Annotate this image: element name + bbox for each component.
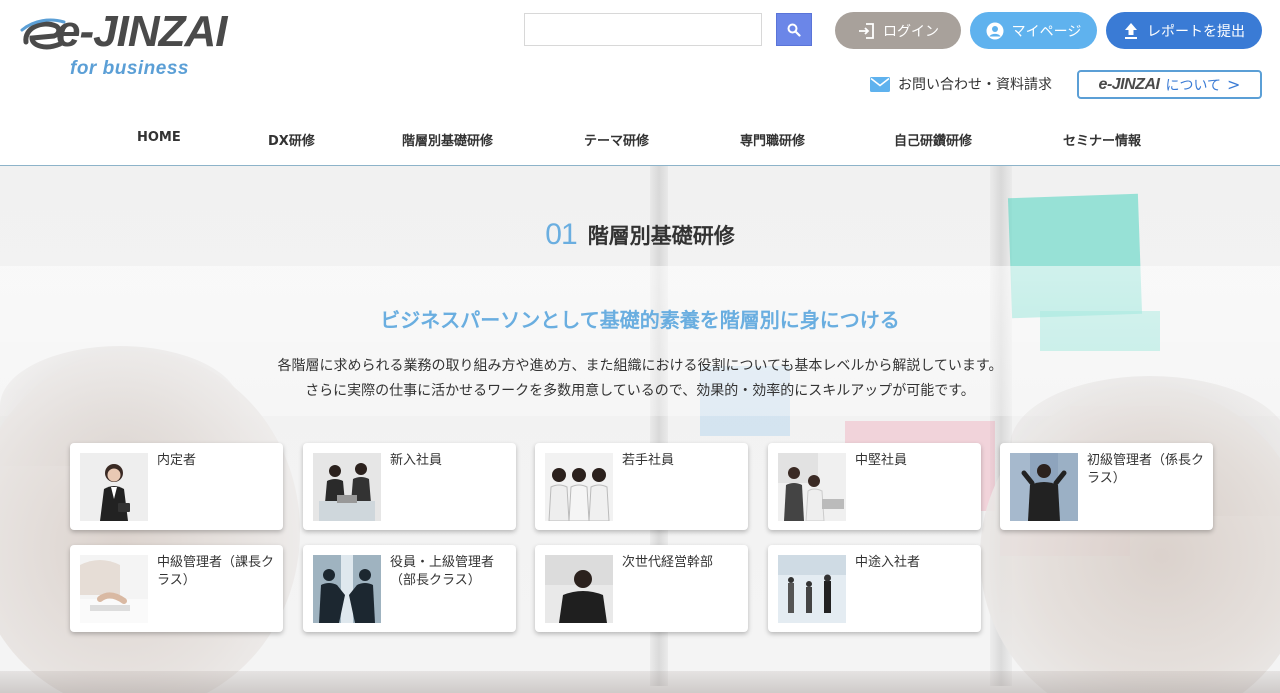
course-card-mid-level-employee[interactable]: 中堅社員 bbox=[768, 443, 981, 530]
nav-item-specialist-training[interactable]: 専門職研修 bbox=[740, 130, 805, 149]
person-photo-icon bbox=[1010, 453, 1078, 521]
course-thumbnail bbox=[778, 453, 846, 521]
section-lead: ビジネスパーソンとして基礎的素養を階層別に身につける bbox=[380, 308, 900, 332]
search-button[interactable] bbox=[776, 13, 812, 46]
course-card-label: 役員・上級管理者（部長クラス） bbox=[390, 555, 495, 588]
login-icon bbox=[859, 22, 874, 39]
nav-item-seminar[interactable]: セミナー情報 bbox=[1063, 130, 1141, 149]
upload-icon bbox=[1125, 22, 1137, 39]
contact-link[interactable]: お問い合わせ・資料請求 bbox=[870, 74, 1052, 94]
course-thumbnail bbox=[545, 555, 613, 623]
nav-item-self-training[interactable]: 自己研鑽研修 bbox=[894, 130, 972, 149]
course-card-middle-manager[interactable]: 中級管理者（課長クラス） bbox=[70, 545, 283, 632]
course-card-label: 若手社員 bbox=[622, 453, 675, 468]
chevron-right-icon: > bbox=[1227, 75, 1241, 94]
people-photo-icon bbox=[313, 453, 381, 521]
people-photo-icon bbox=[778, 555, 846, 623]
course-thumbnail bbox=[1010, 453, 1078, 521]
people-photo-icon bbox=[545, 453, 613, 521]
course-card-label: 初級管理者（係長クラス） bbox=[1087, 453, 1205, 486]
logo-tagline: for business bbox=[70, 58, 189, 79]
nav-item-home[interactable]: HOME bbox=[137, 130, 181, 145]
person-photo-icon bbox=[545, 555, 613, 623]
course-thumbnail bbox=[80, 555, 148, 623]
nav-item-level-training[interactable]: 階層別基礎研修 bbox=[402, 130, 493, 149]
course-thumbnail bbox=[313, 453, 381, 521]
description-line: さらに実際の仕事に活かせるワークを多数用意しているので、効果的・効率的にスキルア… bbox=[305, 383, 975, 399]
course-thumbnail bbox=[545, 453, 613, 521]
course-thumbnail bbox=[778, 555, 846, 623]
description-line: 各階層に求められる業務の取り組み方や進め方、また組織における役割についても基本レ… bbox=[277, 358, 1003, 374]
course-card-label: 中堅社員 bbox=[855, 453, 908, 468]
search-icon bbox=[787, 23, 801, 37]
report-submit-label: レポートを提出 bbox=[1147, 23, 1245, 40]
section-title: 階層別基礎研修 bbox=[587, 224, 735, 248]
user-icon bbox=[986, 22, 1004, 39]
course-card-label: 次世代経営幹部 bbox=[622, 555, 714, 570]
section-description: 各階層に求められる業務の取り組み方や進め方、また組織における役割についても基本レ… bbox=[0, 354, 1280, 404]
site-logo[interactable]: e-JINZAI for business bbox=[20, 8, 240, 80]
course-card-label: 中級管理者（課長クラス） bbox=[157, 555, 275, 588]
course-card-new-employee[interactable]: 新入社員 bbox=[303, 443, 516, 530]
about-label: について bbox=[1165, 77, 1222, 94]
nav-item-theme-training[interactable]: テーマ研修 bbox=[584, 130, 649, 149]
course-card-label: 内定者 bbox=[157, 453, 197, 468]
report-submit-button[interactable]: レポートを提出 bbox=[1106, 12, 1262, 49]
course-thumbnail bbox=[80, 453, 148, 521]
course-card-naiteisha[interactable]: 内定者 bbox=[70, 443, 283, 530]
contact-label: お問い合わせ・資料請求 bbox=[898, 77, 1052, 93]
people-photo-icon bbox=[778, 453, 846, 521]
people-photo-icon bbox=[80, 555, 148, 623]
nav-item-dx[interactable]: DX研修 bbox=[268, 130, 315, 149]
course-card-young-employee[interactable]: 若手社員 bbox=[535, 443, 748, 530]
site-header: e-JINZAI for business ログイン マイページ レポートを提出 bbox=[0, 0, 1280, 166]
person-photo-icon bbox=[80, 453, 148, 521]
login-label: ログイン bbox=[883, 23, 939, 40]
mail-icon bbox=[870, 76, 890, 92]
section-heading: 01 階層別基礎研修 bbox=[0, 218, 1280, 252]
section-number: 01 bbox=[545, 218, 577, 251]
course-card-label: 新入社員 bbox=[390, 453, 443, 468]
search-input[interactable] bbox=[524, 13, 762, 46]
course-card-junior-manager[interactable]: 初級管理者（係長クラス） bbox=[1000, 443, 1213, 530]
about-logo-text: e-JINZAI bbox=[1098, 75, 1160, 93]
bg-bottom-band bbox=[0, 671, 1280, 693]
about-button[interactable]: e-JINZAI について > bbox=[1077, 70, 1262, 99]
mypage-button[interactable]: マイページ bbox=[970, 12, 1097, 49]
course-card-mid-career-hire[interactable]: 中途入社者 bbox=[768, 545, 981, 632]
course-card-executive[interactable]: 役員・上級管理者（部長クラス） bbox=[303, 545, 516, 632]
main-nav: HOME DX研修 階層別基礎研修 テーマ研修 専門職研修 自己研鑽研修 セミナ… bbox=[0, 120, 1280, 156]
login-button[interactable]: ログイン bbox=[835, 12, 961, 49]
course-card-next-gen-executive[interactable]: 次世代経営幹部 bbox=[535, 545, 748, 632]
mypage-label: マイページ bbox=[1011, 23, 1082, 40]
course-card-label: 中途入社者 bbox=[855, 555, 921, 570]
course-thumbnail bbox=[313, 555, 381, 623]
people-photo-icon bbox=[313, 555, 381, 623]
logo-text: e-JINZAI bbox=[56, 7, 227, 56]
